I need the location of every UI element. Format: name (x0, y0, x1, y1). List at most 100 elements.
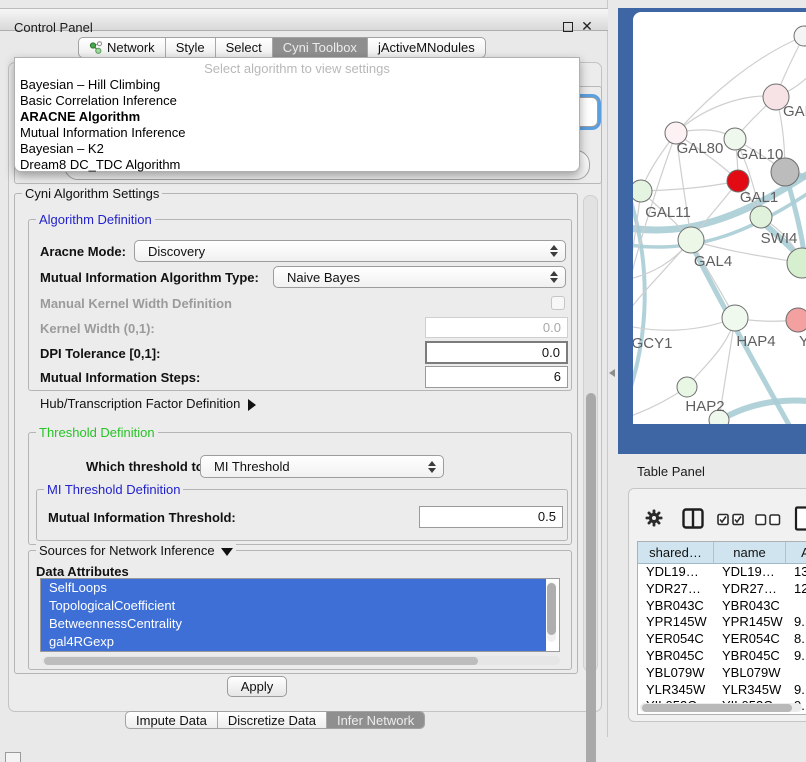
algorithm-option[interactable]: Basic Correlation Inference (20, 93, 177, 109)
network-node-swi4[interactable] (750, 206, 772, 228)
tab-label: jActiveMNodules (378, 40, 475, 55)
attributes-scrollbar-thumb[interactable] (547, 583, 556, 635)
table-row[interactable]: YPR145WYPR145W9. (638, 614, 806, 631)
attribute-item-selected[interactable]: gal4RGexp (41, 633, 546, 651)
algorithm-option[interactable]: ARACNE Algorithm (20, 109, 140, 125)
expand-right-icon (248, 399, 256, 411)
apply-button[interactable]: Apply (227, 676, 287, 697)
column-header-1[interactable]: shared… (638, 542, 714, 564)
network-edge[interactable] (676, 96, 776, 133)
which-threshold-combo[interactable]: MI Threshold (200, 455, 444, 478)
mi-steps-field[interactable]: 6 (425, 366, 568, 388)
splitter-collapse-icon[interactable] (609, 369, 615, 377)
table-row[interactable]: YBL079WYBL079W (638, 665, 806, 682)
aracne-mode-combo[interactable]: Discovery (134, 240, 566, 262)
gear-icon[interactable] (645, 509, 663, 527)
settings-scrollbar-thumb[interactable] (586, 393, 596, 762)
tab-jactivemnodules[interactable]: jActiveMNodules (368, 38, 485, 57)
algorithm-option[interactable]: Dream8 DC_TDC Algorithm (20, 157, 180, 173)
tab-infer-network[interactable]: Infer Network (327, 712, 424, 728)
close-icon[interactable]: ✕ (581, 20, 593, 32)
table-cell: YDR27… (714, 581, 786, 598)
algorithm-option[interactable]: Bayesian – Hill Climbing (20, 77, 160, 93)
network-view-frame[interactable]: GALGAL80GAL10GAL1GAL11SWI4GAL4GCY1HAP4YH… (633, 12, 806, 424)
table-row[interactable]: YLR345WYLR345W9. (638, 682, 806, 699)
file-icon[interactable] (794, 506, 806, 531)
control-panel-titlebar: Control Panel ✕ (0, 8, 608, 31)
attribute-item-selected[interactable]: SelfLoops (41, 579, 546, 597)
split-columns-icon[interactable] (682, 508, 704, 529)
column-header-3[interactable]: A (786, 542, 806, 564)
attribute-item-selected[interactable]: TopologicalCoefficient (41, 597, 546, 615)
manual-kernel-checkbox[interactable] (551, 296, 565, 310)
deselect-all-rows-icon[interactable] (755, 514, 781, 526)
network-edge[interactable] (641, 181, 738, 191)
table-cell: 9. (786, 614, 806, 631)
node-label: GAL11 (645, 204, 691, 221)
table-cell: 8. (786, 631, 806, 648)
sources-group-title[interactable]: Sources for Network Inference (36, 543, 236, 558)
table-cell: 9. (786, 648, 806, 665)
algorithm-option[interactable]: Bayesian – K2 (20, 141, 104, 157)
table-cell: YPR145W (638, 614, 714, 631)
dpi-tolerance-field[interactable]: 0.0 (425, 341, 568, 364)
table-row[interactable]: YDL19…YDL19…13 (638, 564, 806, 581)
table-cell: YBR045C (714, 648, 786, 665)
network-node[interactable] (794, 26, 806, 46)
network-node[interactable] (787, 248, 806, 278)
mi-threshold-group-title: MI Threshold Definition (44, 482, 183, 497)
tab-label: Select (226, 40, 262, 55)
algorithm-option[interactable]: Mutual Information Inference (20, 125, 185, 141)
stepper-icon (550, 245, 558, 257)
table-body: YDL19…YDL19…13YDR27…YDR27…12YBR043CYBR04… (638, 564, 806, 715)
dpi-tolerance-label: DPI Tolerance [0,1]: (40, 346, 160, 361)
aracne-mode-label: Aracne Mode: (40, 244, 126, 259)
tab-discretize-data[interactable]: Discretize Data (218, 712, 327, 728)
node-label: HAP4 (736, 333, 775, 350)
control-panel-window: Control Panel ✕ NetworkStyle Select Cyni T… (0, 0, 608, 737)
tab-select[interactable]: Select (216, 38, 273, 57)
column-header-2[interactable]: name (714, 542, 786, 564)
table-row[interactable]: YER054CYER054C8. (638, 631, 806, 648)
table-hscrollbar-track[interactable] (640, 703, 802, 712)
table-panel: shared…nameA YDL19…YDL19…13YDR27…YDR27…1… (628, 488, 806, 722)
network-node-y[interactable] (786, 308, 806, 332)
node-label: HAP2 (685, 398, 724, 415)
tab-impute-data[interactable]: Impute Data (126, 712, 218, 728)
mi-threshold-label: Mutual Information Threshold: (48, 510, 236, 525)
data-attributes-list[interactable]: SelfLoopsTopologicalCoefficientBetweenne… (40, 578, 560, 652)
cyni-bottom-tabs: Impute DataDiscretize DataInfer Network (125, 711, 425, 729)
which-threshold-value: MI Threshold (214, 459, 290, 474)
settings-scrollbar-track[interactable] (583, 195, 598, 672)
mi-threshold-field[interactable]: 0.5 (419, 506, 563, 528)
tab-network[interactable]: Network (79, 38, 166, 57)
float-window-icon[interactable] (563, 22, 573, 32)
dock-panel-icon[interactable] (5, 752, 21, 762)
table-row[interactable]: YDR27…YDR27…12 (638, 581, 806, 598)
table-cell: YBR043C (714, 598, 786, 615)
mi-type-combo[interactable]: Naive Bayes (273, 266, 566, 288)
node-label: GAL (783, 103, 806, 120)
node-label: SWI4 (761, 230, 798, 247)
network-node-gal4[interactable] (678, 227, 704, 253)
attribute-item-selected[interactable]: BetweennessCentrality (41, 615, 546, 633)
hub-definition-expander[interactable]: Hub/Transcription Factor Definition (40, 396, 256, 411)
network-node-hap2[interactable] (677, 377, 697, 397)
table-row[interactable]: YBR045CYBR045C9. (638, 648, 806, 665)
tab-style[interactable]: Style (166, 38, 216, 57)
attributes-hscrollbar-thumb[interactable] (44, 657, 478, 665)
tab-cyni-toolbox[interactable]: Cyni Toolbox (273, 38, 368, 57)
node-label: GAL10 (737, 146, 784, 163)
table-hscrollbar-thumb[interactable] (642, 704, 792, 712)
attributes-scrollbar-track[interactable] (547, 582, 556, 642)
select-all-rows-icon[interactable] (717, 513, 745, 526)
network-edge[interactable] (633, 318, 735, 330)
table-cell: YLR345W (714, 682, 786, 699)
network-canvas[interactable]: GALGAL80GAL10GAL1GAL11SWI4GAL4GCY1HAP4YH… (633, 12, 806, 424)
kernel-width-field[interactable]: 0.0 (425, 317, 568, 338)
network-node-gal11[interactable] (633, 180, 652, 202)
node-label: GAL80 (677, 140, 724, 157)
table-row[interactable]: YBR043CYBR043C (638, 598, 806, 615)
network-node-hap4[interactable] (722, 305, 748, 331)
table-cell: YER054C (638, 631, 714, 648)
